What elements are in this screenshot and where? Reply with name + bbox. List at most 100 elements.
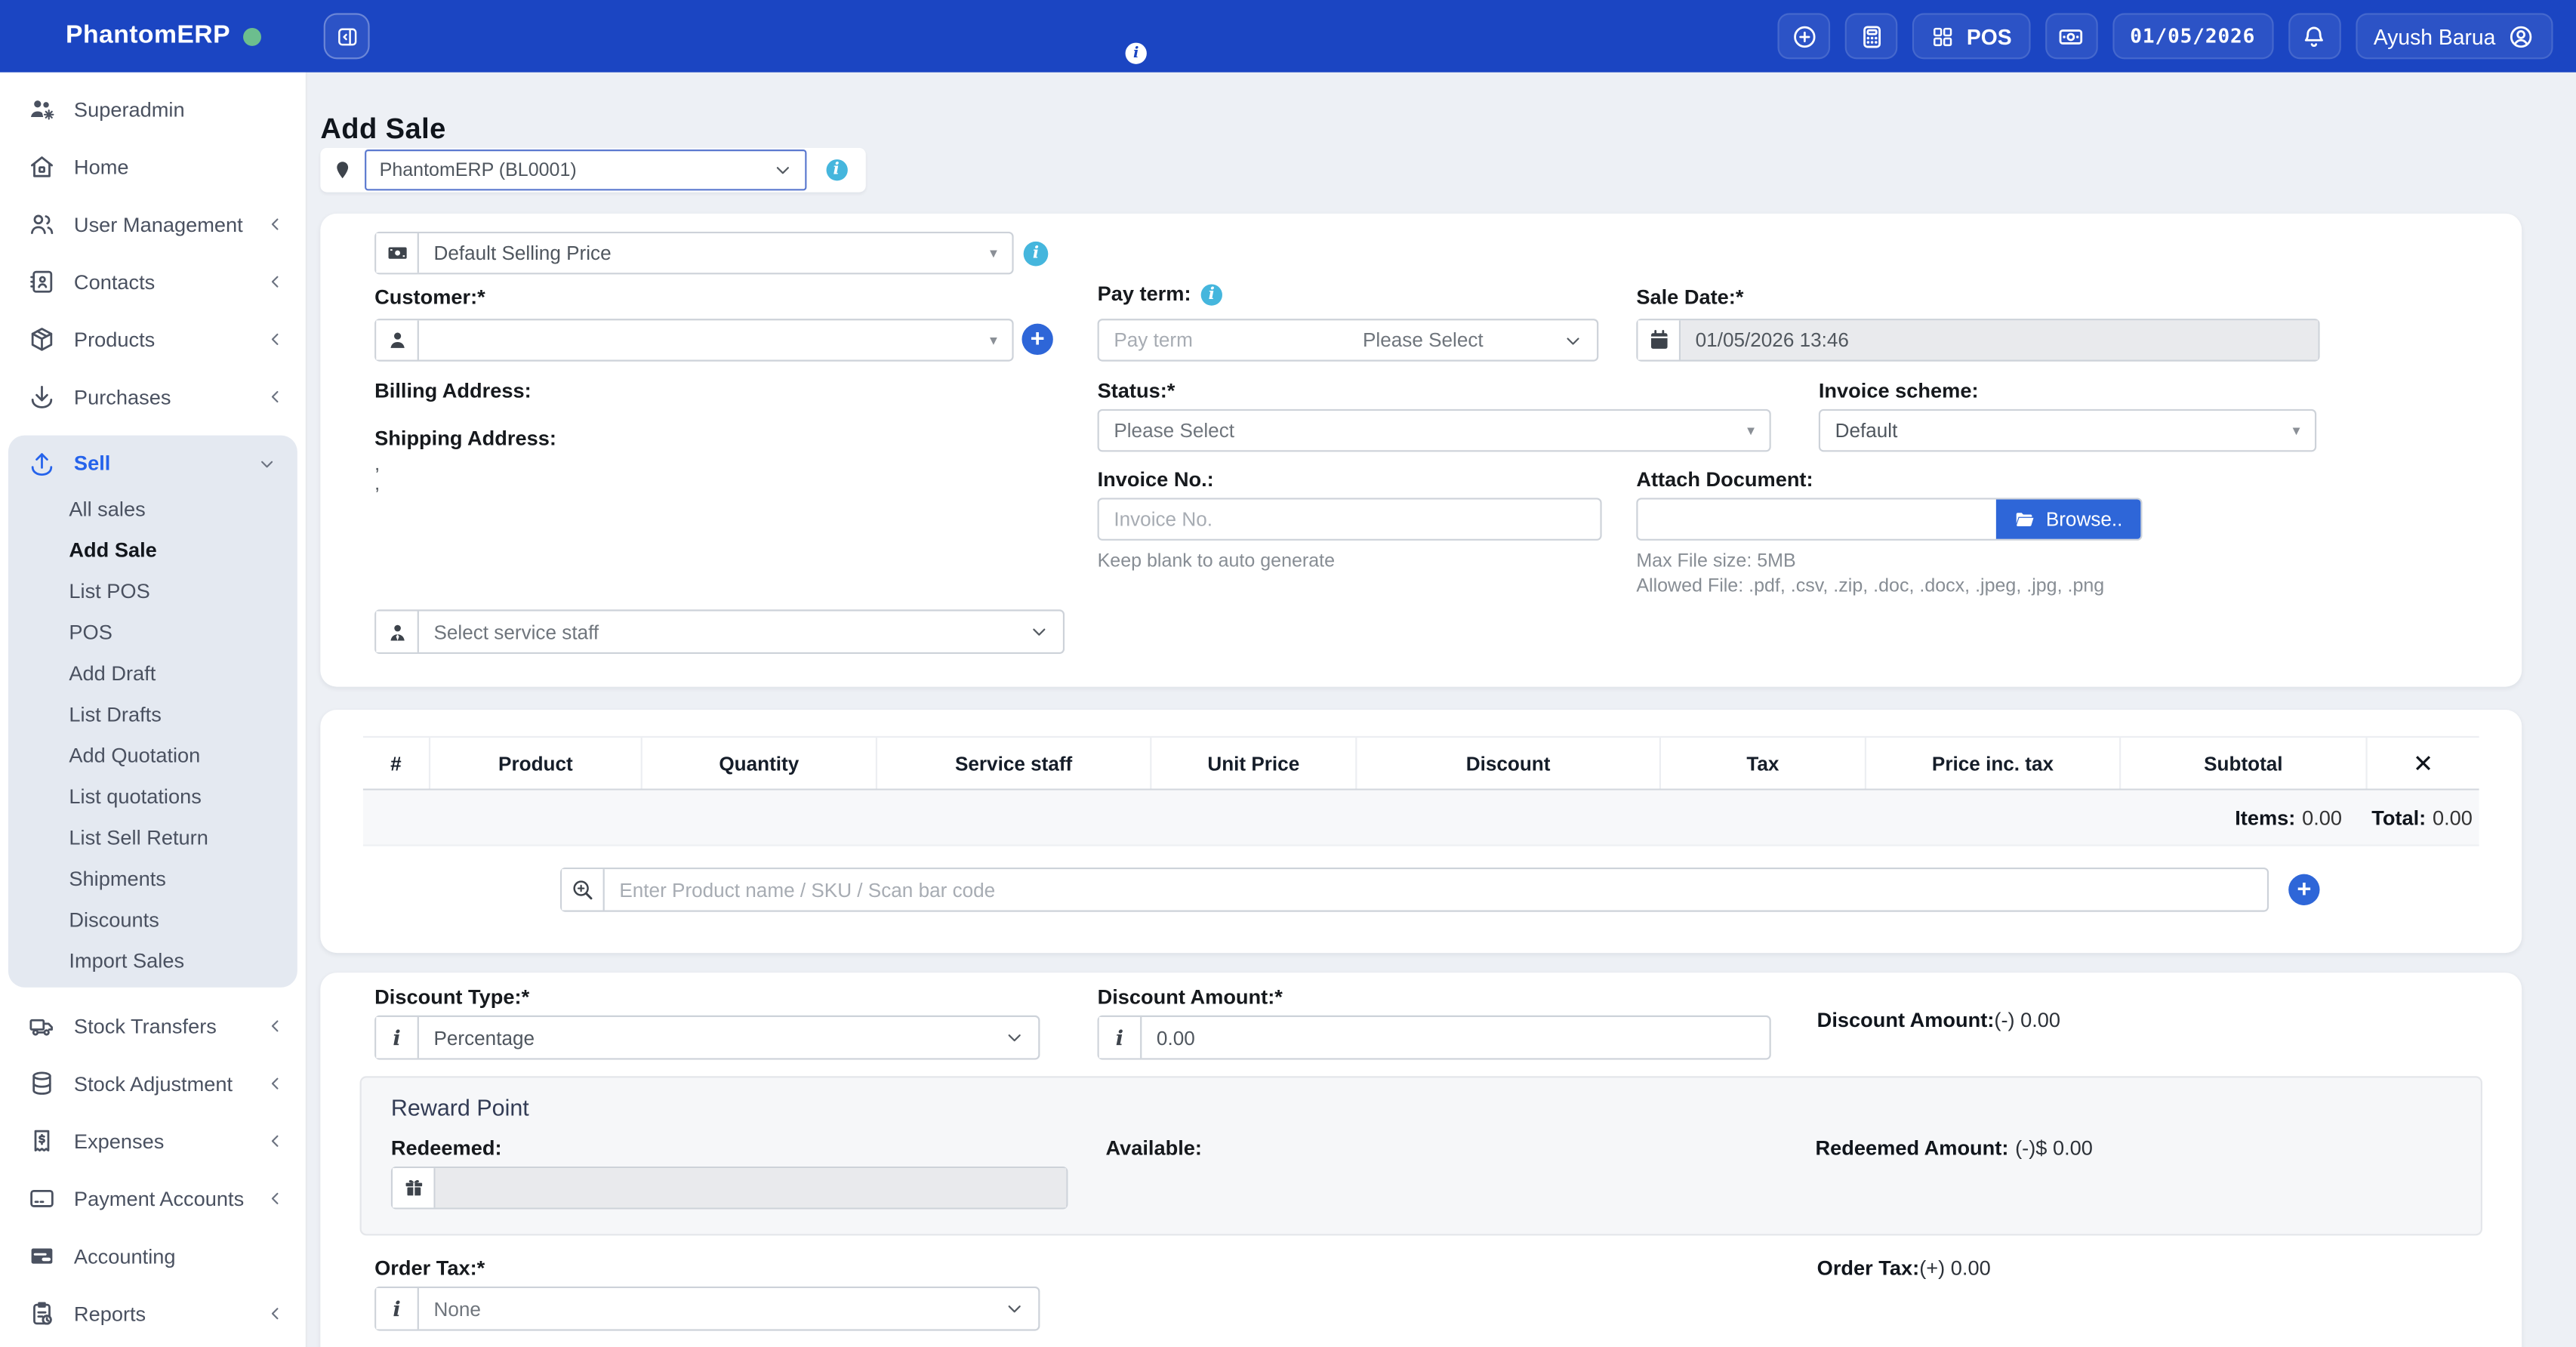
page-title: Add Sale <box>320 111 445 146</box>
status-select[interactable]: Please Select▾ <box>1098 409 1771 452</box>
date-display[interactable]: 01/05/2026 <box>2112 13 2273 59</box>
calculator-button[interactable] <box>1845 13 1898 59</box>
sidebar-subitem-add-draft[interactable]: Add Draft <box>8 652 297 693</box>
users-gear-icon <box>28 95 56 123</box>
invoice-scheme-select[interactable]: Default▾ <box>1819 409 2316 452</box>
chevron-left-icon <box>264 271 285 292</box>
calculator-icon <box>1857 22 1885 50</box>
sidebar-item-label: Stock Adjustment <box>74 1072 233 1095</box>
sidebar-subitem-all-sales[interactable]: All sales <box>8 488 297 529</box>
sidebar-subitem-list-sell-return[interactable]: List Sell Return <box>8 816 297 857</box>
location-info-icon[interactable]: i <box>825 159 846 180</box>
sale-date-input[interactable] <box>1681 320 2318 359</box>
discount-type-select[interactable]: i Percentage <box>374 1016 1040 1060</box>
discount-amount-input[interactable] <box>1142 1017 1769 1058</box>
sidebar-item-label: Purchases <box>74 385 171 408</box>
order-tax-select[interactable]: i None <box>374 1287 1040 1331</box>
sidebar-item-label: Payment Accounts <box>74 1187 244 1210</box>
user-menu-button[interactable]: Ayush Barua <box>2356 13 2553 59</box>
user-circle-icon <box>2507 22 2535 50</box>
clear-items-button[interactable]: ✕ <box>2365 738 2479 788</box>
sidebar-item-stock-adjustment[interactable]: Stock Adjustment <box>0 1055 306 1112</box>
redeemed-input[interactable] <box>436 1168 1067 1207</box>
selling-price-group-select[interactable]: Default Selling Price▾ <box>374 232 1013 275</box>
sidebar-item-label: Accounting <box>74 1244 176 1267</box>
chevron-down-icon: ▾ <box>1747 421 1755 439</box>
add-customer-button[interactable]: + <box>1021 324 1052 355</box>
reward-point-title: Reward Point <box>391 1094 529 1120</box>
sidebar-item-superadmin[interactable]: Superadmin <box>0 81 306 138</box>
chevron-down-icon <box>1006 1028 1024 1046</box>
chevron-down-icon <box>1030 623 1048 641</box>
sidebar-subitem-add-quotation[interactable]: Add Quotation <box>8 735 297 775</box>
column-header-service-staff: Service staff <box>876 738 1150 788</box>
sale-date-group <box>1636 319 2319 362</box>
add-product-button[interactable]: + <box>2288 874 2319 905</box>
sidebar-subitem-pos[interactable]: POS <box>8 611 297 652</box>
sidebar-item-label: Home <box>74 156 129 178</box>
sidebar-item-purchases[interactable]: Purchases <box>0 368 306 425</box>
chevron-down-icon: ▾ <box>990 244 997 262</box>
customer-select[interactable]: ▾ <box>374 319 1013 362</box>
sidebar-subitem-discounts[interactable]: Discounts <box>8 899 297 939</box>
sidebar-item-label: Superadmin <box>74 97 185 120</box>
sidebar-subitem-import-sales[interactable]: Import Sales <box>8 940 297 981</box>
items-table-header: #ProductQuantityService staffUnit PriceD… <box>363 736 2479 791</box>
close-icon: ✕ <box>2413 748 2433 778</box>
sidebar-subitem-shipments[interactable]: Shipments <box>8 858 297 899</box>
info-icon[interactable]: i <box>1126 43 1147 64</box>
items-total: Total:0.00 <box>2371 806 2473 828</box>
selling-price-info-icon[interactable]: i <box>1024 242 1049 267</box>
service-staff-select[interactable]: Select service staff <box>374 609 1065 654</box>
address-book-icon <box>28 268 56 296</box>
cash-register-icon <box>2057 22 2085 50</box>
chevron-left-icon <box>264 214 285 235</box>
reward-point-panel: Reward Point Redeemed: Available: Redeem… <box>360 1076 2482 1235</box>
sidebar-subitem-list-quotations[interactable]: List quotations <box>8 775 297 816</box>
sidebar-subitem-list-pos[interactable]: List POS <box>8 570 297 611</box>
discount-amount-label: Discount Amount:* <box>1098 986 1283 1009</box>
sidebar-item-user-management[interactable]: User Management <box>0 196 306 253</box>
attach-document-input[interactable] <box>1638 500 1996 539</box>
sidebar-subitem-add-sale[interactable]: Add Sale <box>8 529 297 570</box>
notifications-bell-button[interactable] <box>2288 13 2341 59</box>
pay-term-input[interactable] <box>1099 320 1348 359</box>
business-location-select[interactable]: PhantomERP (BL0001) <box>365 149 806 190</box>
sidebar-item-label: Reports <box>74 1302 146 1324</box>
sidebar: Superadmin Home User Management Contacts Pro… <box>0 72 306 1347</box>
chevron-down-icon <box>774 161 792 179</box>
sidebar-item-label: User Management <box>74 213 243 236</box>
sidebar-item-payment-accounts[interactable]: Payment Accounts <box>0 1170 306 1227</box>
pay-term-unit-select[interactable]: Please Select <box>1348 320 1597 359</box>
sidebar-item-products[interactable]: Products <box>0 310 306 368</box>
chevron-left-icon <box>264 1073 285 1094</box>
sidebar-subitem-list-drafts[interactable]: List Drafts <box>8 693 297 734</box>
pay-term-info-icon[interactable]: i <box>1201 283 1222 304</box>
pay-term-group: Please Select <box>1098 319 1599 362</box>
pos-button[interactable]: POS <box>1912 13 2030 59</box>
cash-register-button[interactable] <box>2044 13 2097 59</box>
sidebar-item-home[interactable]: Home <box>0 138 306 196</box>
sidebar-item-sell[interactable]: Sell <box>8 439 297 488</box>
home-icon <box>28 153 56 180</box>
shipping-address-label: Shipping Address: <box>374 427 556 450</box>
info-icon: i <box>376 1288 419 1329</box>
sidebar-item-expenses[interactable]: Expenses <box>0 1112 306 1170</box>
sidebar-item-accounting[interactable]: Accounting <box>0 1227 306 1284</box>
column-header-price-inc-tax: Price inc. tax <box>1865 738 2119 788</box>
sidebar-collapse-button[interactable] <box>324 13 370 59</box>
sidebar-item-contacts[interactable]: Contacts <box>0 253 306 310</box>
quick-add-button[interactable] <box>1778 13 1831 59</box>
sidebar-item-stock-transfers[interactable]: Stock Transfers <box>0 997 306 1055</box>
browse-button[interactable]: Browse.. <box>1997 500 2141 539</box>
available-label: Available: <box>1105 1137 1202 1160</box>
totals-card: Discount Type:* i Percentage Discount Am… <box>320 972 2522 1347</box>
chevron-left-icon <box>264 386 285 407</box>
invoice-scheme-label: Invoice scheme: <box>1819 380 1979 402</box>
sidebar-item-label: Products <box>74 328 155 350</box>
redeemed-label: Redeemed: <box>391 1137 502 1160</box>
upload-icon <box>28 449 56 477</box>
product-search-input[interactable] <box>605 869 2267 910</box>
sidebar-item-reports[interactable]: Reports <box>0 1285 306 1342</box>
invoice-no-input[interactable] <box>1099 500 1601 539</box>
